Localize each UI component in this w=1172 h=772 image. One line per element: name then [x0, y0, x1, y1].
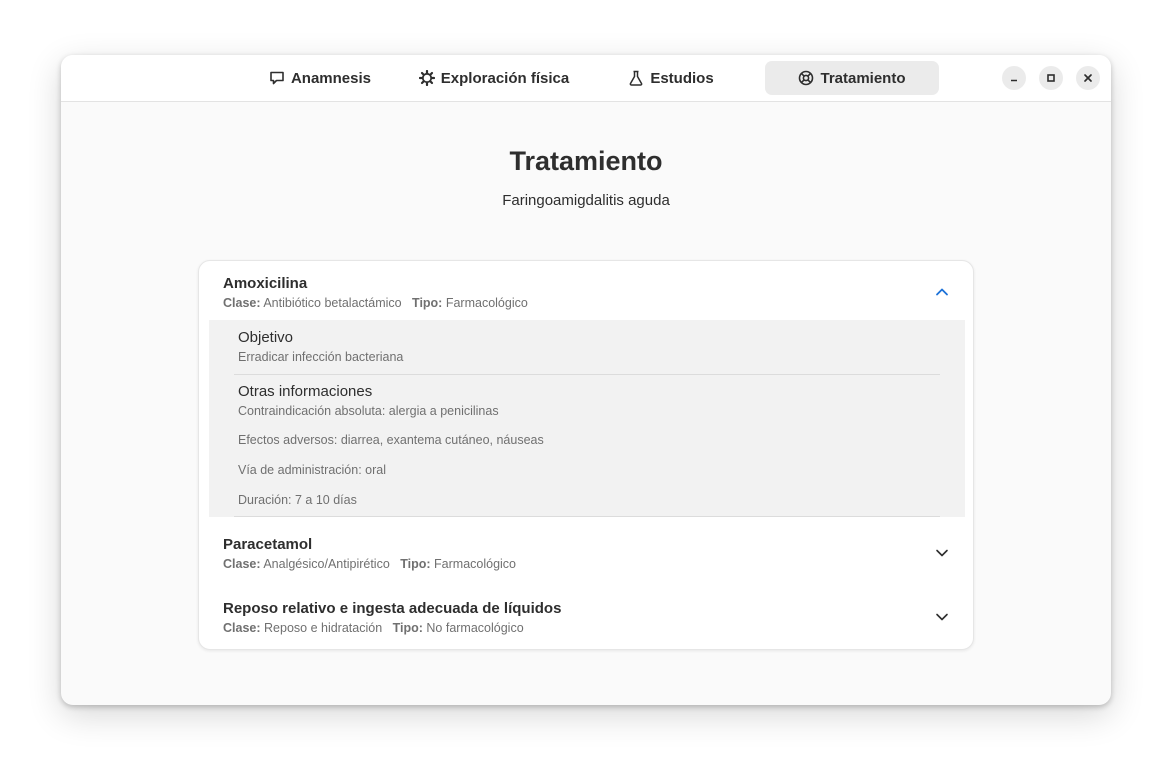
clase-label: Clase: [223, 621, 261, 635]
tab-label: Exploración física [440, 69, 570, 87]
clase-value: Analgésico/Antipirético [263, 557, 390, 571]
info-item: Duración: 7 a 10 días [238, 493, 357, 507]
tab-tratamiento[interactable]: Tratamiento [765, 61, 939, 95]
chevron-up-icon[interactable] [934, 284, 950, 300]
tab-label: Anamnesis [290, 69, 372, 87]
close-button[interactable] [1076, 66, 1100, 90]
treatment-name: Reposo relativo e ingesta adecuada de lí… [223, 600, 562, 617]
clase-label: Clase: [223, 296, 261, 310]
objetivo-text: Erradicar infección bacteriana [238, 350, 404, 364]
treatment-row-paracetamol[interactable]: Paracetamol Clase: Analgésico/Antipiréti… [199, 523, 973, 583]
info-item: Efectos adversos: diarrea, exantema cutá… [238, 433, 544, 447]
tipo-label: Tipo: [412, 296, 443, 310]
header-bar: Anamnesis Exploración física Estudios Tr… [61, 55, 1111, 102]
tipo-value: Farmacológico [445, 296, 528, 310]
tipo-value: No farmacológico [426, 621, 524, 635]
divider [234, 516, 940, 517]
tab-label: Tratamiento [820, 69, 906, 87]
maximize-icon [1047, 74, 1055, 82]
objetivo-title: Objetivo [238, 329, 294, 346]
tab-anamnesis[interactable]: Anamnesis [261, 61, 379, 95]
clase-label: Clase: [223, 557, 261, 571]
tipo-label: Tipo: [400, 557, 431, 571]
minimize-button[interactable] [1002, 66, 1026, 90]
app-window: Anamnesis Exploración física Estudios Tr… [61, 55, 1111, 705]
gear-icon [418, 70, 435, 86]
otras-title: Otras informaciones [238, 383, 373, 400]
info-item: Contraindicación absoluta: alergia a pen… [238, 404, 499, 418]
treatment-meta: Clase: Antibiótico betalactámico Tipo: F… [223, 296, 528, 310]
chevron-down-icon[interactable] [934, 545, 950, 561]
treatment-name: Amoxicilina [223, 275, 308, 292]
treatment-meta: Clase: Analgésico/Antipirético Tipo: Far… [223, 557, 516, 571]
clase-value: Antibiótico betalactámico [263, 296, 402, 310]
chat-bubble-icon [270, 71, 284, 85]
page-subtitle: Faringoamigdalitis aguda [502, 192, 670, 209]
chevron-down-icon[interactable] [934, 609, 950, 625]
maximize-button[interactable] [1039, 66, 1063, 90]
tipo-label: Tipo: [392, 621, 423, 635]
treatment-list: Amoxicilina Clase: Antibiótico betalactá… [198, 260, 974, 650]
treatment-row-reposo[interactable]: Reposo relativo e ingesta adecuada de lí… [199, 587, 973, 647]
tab-exploracion-fisica[interactable]: Exploración física [415, 61, 573, 95]
treatment-name: Paracetamol [223, 536, 313, 553]
minimize-icon [1011, 79, 1017, 82]
close-icon [1084, 74, 1092, 82]
treatment-meta: Clase: Reposo e hidratación Tipo: No far… [223, 621, 524, 635]
lifebuoy-icon [799, 70, 814, 86]
tab-estudios[interactable]: Estudios [622, 61, 720, 95]
flask-icon [629, 70, 643, 86]
tipo-value: Farmacológico [434, 557, 517, 571]
treatment-row-amoxicilina[interactable]: Amoxicilina Clase: Antibiótico betalactá… [199, 261, 973, 321]
clase-value: Reposo e hidratación [264, 621, 383, 635]
page-title: Tratamiento [509, 146, 663, 176]
tab-label: Estudios [650, 69, 714, 87]
divider [234, 374, 940, 375]
info-item: Vía de administración: oral [238, 463, 386, 477]
